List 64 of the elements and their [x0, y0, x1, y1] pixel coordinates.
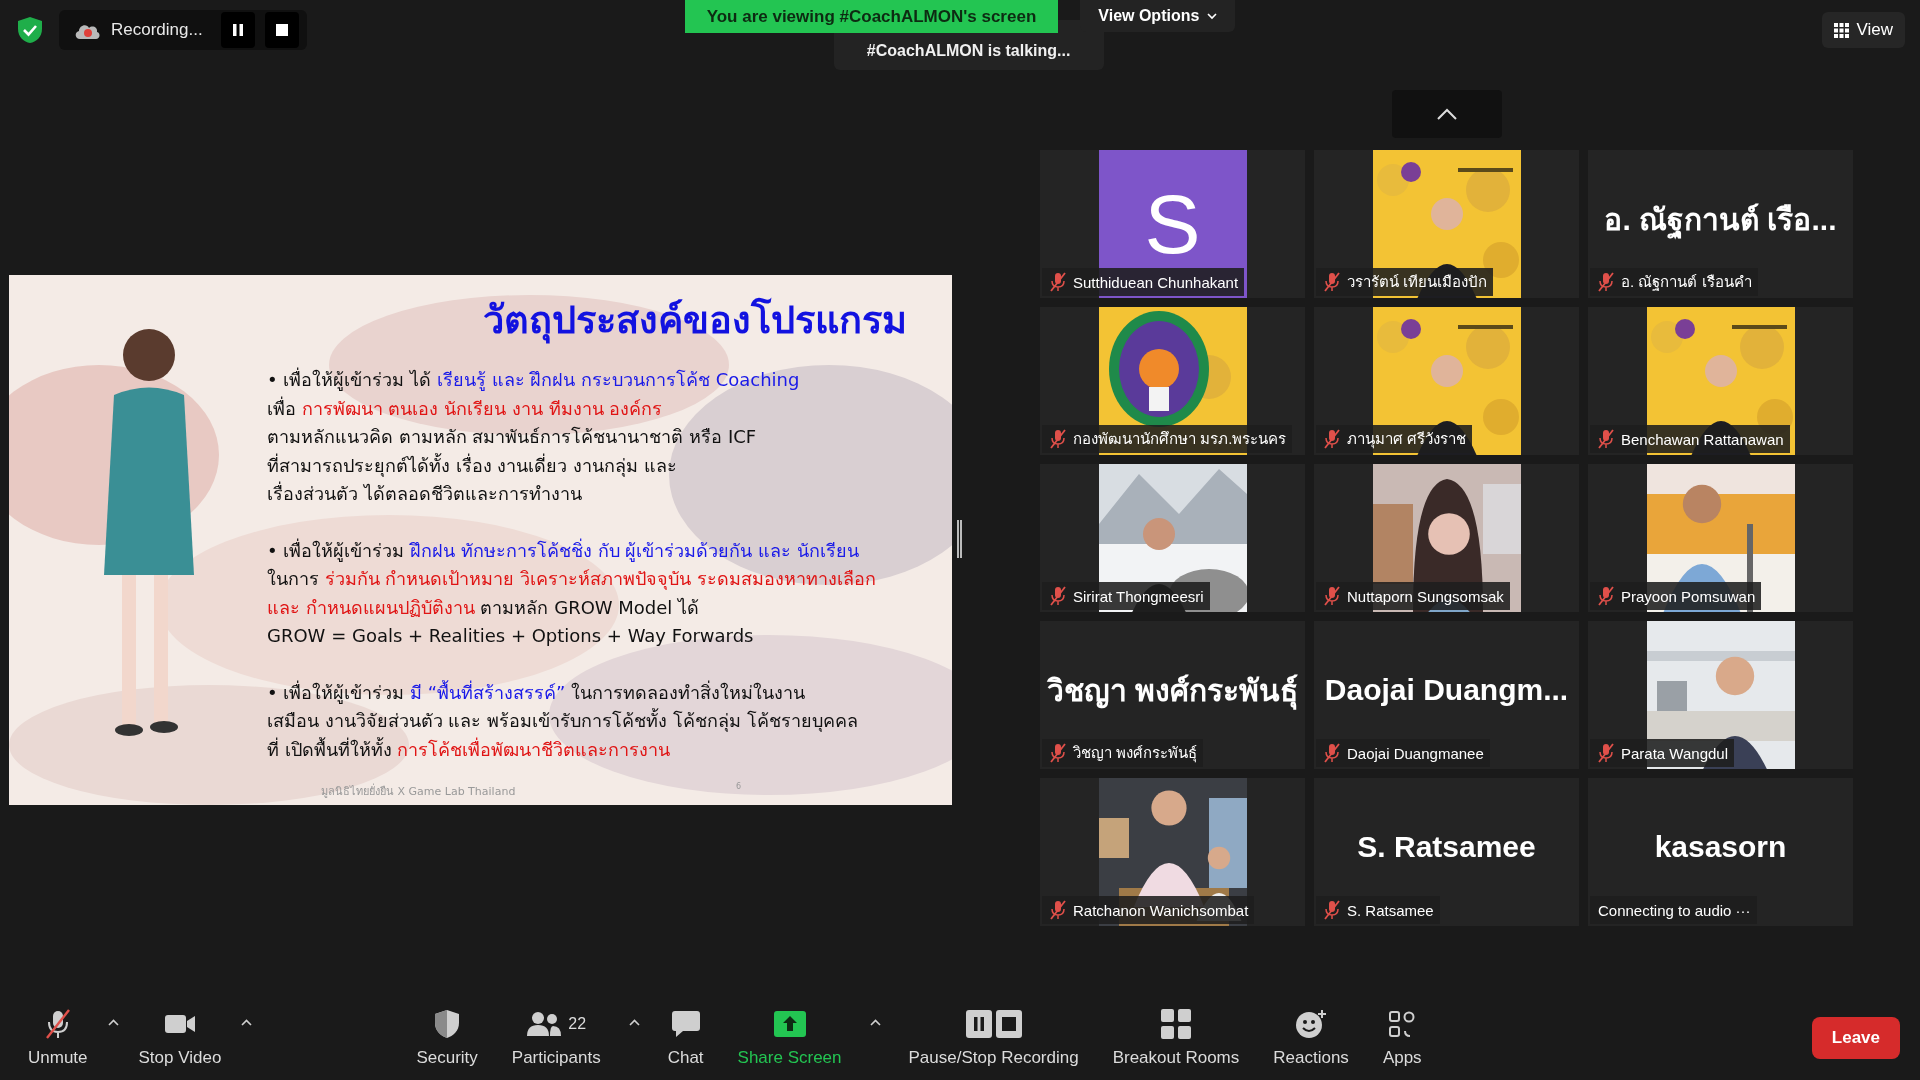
pause-stop-icon — [965, 1009, 1022, 1038]
stop-icon — [276, 24, 288, 36]
participant-display-name: Daojai Duangm... — [1324, 673, 1569, 708]
toolbar-button[interactable]: Share Screen — [727, 1001, 852, 1074]
slide-bullet-text: • เพื่อให้ผู้เข้าร่วม มี “พื้นที่สร้างสรรค์” ในการทดลองทำสิ่งใหม่ในงาน เสมือน งานวิจัยส่วนตัว และ พร้อมเข้ารับการโค้ชทั้ง โค้ชกลุ่ม โค้ชรายบุคคล ที่ เปิดพื้นที่ให้ทั้ง การโค้ชเพื่อพัฒนาชีวิตและการงาน — [267, 679, 859, 762]
four-squares-icon — [1160, 1008, 1191, 1039]
recording-label: Recording... — [111, 20, 204, 40]
participant-name: Parata Wangdul — [1621, 744, 1728, 762]
participant-name: กองพัฒนานักศึกษา มรภ.พระนคร — [1073, 429, 1287, 449]
leave-button[interactable]: Leave — [1811, 1016, 1900, 1059]
participant-name: วิชญา พงศ์กระพันธุ์ — [1073, 743, 1198, 765]
participant-display-name: kasasorn — [1654, 830, 1787, 865]
caret-icon — [869, 1019, 881, 1026]
participant-display-name: S. Ratsamee — [1357, 830, 1536, 865]
participant-name: วรารัตน์ เทียนเมืองปัก — [1347, 272, 1488, 292]
participant-count: 22 — [568, 1014, 587, 1033]
caret-icon — [241, 1019, 253, 1026]
participant-name: ภานุมาศ ศรีวังราช — [1347, 429, 1467, 451]
stop-button[interactable] — [265, 12, 299, 48]
resize-handle[interactable] — [957, 520, 962, 558]
slide-title: วัตถุประสงค์ของโปรแกรม — [483, 296, 908, 346]
slide-footer: มูลนิธิไทยยั่งยืน X Game Lab Thailand — [321, 782, 516, 800]
share-banner: You are viewing #CoachALMON's screen — [684, 0, 1059, 33]
security-shield-icon — [17, 16, 43, 44]
toolbar-button[interactable]: Apps — [1372, 1001, 1432, 1074]
chevron-up-icon — [1436, 108, 1457, 120]
participant-name: Sirirat Thongmeesri — [1073, 587, 1204, 605]
pause-button[interactable] — [221, 12, 255, 48]
security-shield-icon — [434, 1008, 461, 1039]
view-options-button[interactable]: View Options — [1080, 0, 1236, 32]
caret-icon — [107, 1019, 119, 1026]
talking-text: #CoachALMON is talking... — [866, 42, 1071, 60]
participant-name: S. Ratsamee — [1347, 901, 1434, 919]
participant-name: Benchawan Rattanawan — [1621, 430, 1784, 448]
toolbar-button[interactable]: Unmute — [18, 1001, 98, 1074]
participant-name: อ. ณัฐกานต์ เรือนคำ — [1621, 272, 1752, 293]
share-screen-icon — [773, 1010, 806, 1037]
toolbar-button[interactable]: Breakout Rooms — [1102, 1001, 1250, 1074]
people-icon — [526, 1010, 563, 1037]
toolbar-button[interactable]: 22 Participants — [501, 1001, 611, 1074]
participant-display-name: อ. ณัฐกานต์ เรือ... — [1604, 195, 1837, 253]
participant-name: Nuttaporn Sungsomsak — [1347, 587, 1504, 605]
pause-icon — [232, 23, 244, 37]
participant-name: Connecting to audio ··· — [1598, 901, 1751, 919]
toolbar-button[interactable]: Chat — [657, 1001, 714, 1074]
chevron-down-icon — [1207, 12, 1218, 20]
apps-icon — [1388, 1009, 1417, 1038]
toolbar-button[interactable]: Stop Video — [128, 1001, 232, 1074]
participant-name: Daojai Duangmanee — [1347, 744, 1484, 762]
chat-bubble-icon — [670, 1009, 701, 1038]
caret-icon — [628, 1019, 640, 1026]
participant-name: Prayoon Pomsuwan — [1621, 587, 1756, 605]
smiley-plus-icon — [1295, 1008, 1328, 1039]
grid-icon — [1834, 22, 1850, 38]
slide-bullet-text: • เพื่อให้ผู้เข้าร่วม ฝึกฝน ทักษะการโค้ชชิ่ง กับ ผู้เข้าร่วมด้วยกัน และ นักเรียน ในการ ร่วมกัน กำหนดเป้าหมาย วิเคราะห์สภาพปัจจุบัน ระดมสมองหาทางเลือก และ กำหนดแผนปฏิบัติงาน ตามหลัก GROW Model ได้ GROW = Goals + Realities + Options + Way Forwards — [267, 537, 877, 648]
toolbar-button[interactable]: Security — [406, 1001, 488, 1074]
video-camera-icon — [163, 1012, 196, 1035]
participant-display-name: วิชญา พงศ์กระพันธุ์ — [1046, 666, 1299, 724]
view-button[interactable]: View — [1822, 12, 1905, 48]
toolbar-button[interactable]: Reactions — [1263, 1001, 1359, 1074]
participant-name: Ratchanon Wanichsombat — [1073, 901, 1249, 919]
page-number: 6 — [735, 782, 741, 793]
toolbar-button[interactable]: Pause/Stop Recording — [898, 1001, 1089, 1074]
slide-bullet-text: • เพื่อให้ผู้เข้าร่วม ได้ เรียนรู้ และ ฝึกฝน กระบวนการโค้ช Coaching เพื่อ การพัฒนา ตนเอง นักเรียน งาน ทีมงาน องค์กร ตามหลักแนวคิด ตามหลัก สมาพันธ์การโค้ชนานาชาติ หรือ ICF ที่สามารถประยุกต์ได้ทั้ง เรื่อง งานเดี่ยว งานกลุ่ม และ เรื่องส่วนตัว ได้ตลอดชีวิตและการทำงาน — [267, 366, 801, 506]
